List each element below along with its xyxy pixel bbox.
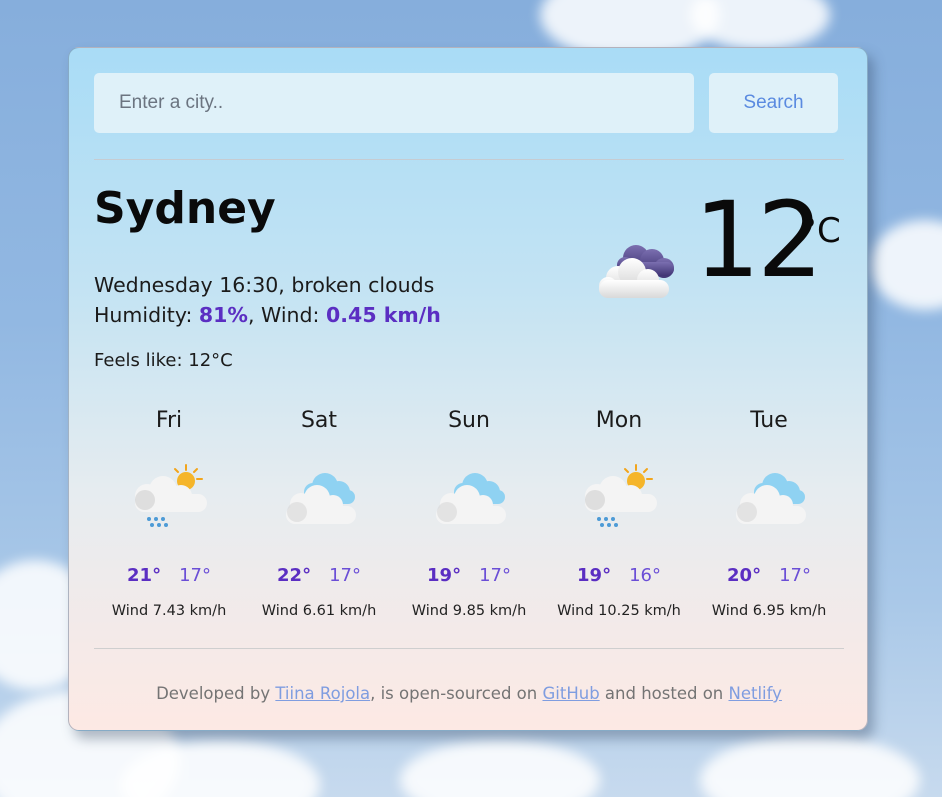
forecast-temps: 19° 17° xyxy=(394,567,544,585)
forecast-wind: Wind 6.95 km/h xyxy=(711,603,827,619)
max-temp: 20° xyxy=(727,565,762,586)
wind-label: Wind: xyxy=(261,303,320,327)
forecast-day: Sun 19° 17° Wind 9.85 km/h xyxy=(394,410,544,640)
top-divider xyxy=(94,159,844,160)
footer-hosted-text: and hosted on xyxy=(604,684,724,703)
forecast-wind: Wind 9.85 km/h xyxy=(411,603,527,619)
forecast-day-name: Fri xyxy=(155,408,183,433)
author-link[interactable]: Tiina Rojola xyxy=(275,684,370,703)
forecast-day-name: Sun xyxy=(448,408,490,433)
humidity-label: Humidity: xyxy=(94,303,193,327)
min-temp: 17° xyxy=(179,565,211,586)
city-search-input[interactable] xyxy=(94,73,694,133)
forecast-wind: Wind 7.43 km/h xyxy=(111,603,227,619)
search-button[interactable]: Search xyxy=(709,73,838,133)
forecast-wind: Wind 6.61 km/h xyxy=(261,603,377,619)
feels-like: Feels like: 12°C xyxy=(94,350,233,371)
cloud-icon xyxy=(436,473,506,524)
github-link[interactable]: GitHub xyxy=(542,684,599,703)
forecast-day: Fri 21° 17° Wind 7.43 km/h xyxy=(94,410,244,640)
footer: Developed by Tiina Rojola, is open-sourc… xyxy=(69,684,869,703)
max-temp: 19° xyxy=(427,565,462,586)
weather-card: Search Sydney Wednesday 16:30, broken cl… xyxy=(68,47,868,731)
forecast-temps: 19° 16° xyxy=(544,567,694,585)
min-temp: 17° xyxy=(779,565,811,586)
forecast-day: Tue 20° 17° Wind 6.95 km/h xyxy=(694,410,844,640)
temperature-unit: °C xyxy=(800,211,841,251)
forecast-wind: Wind 10.25 km/h xyxy=(557,603,681,619)
date-description-line: Wednesday 16:30, broken clouds xyxy=(94,273,435,297)
sun-rain-cloud-icon xyxy=(135,464,207,527)
min-temp: 17° xyxy=(479,565,511,586)
wind-value: 0.45 km/h xyxy=(326,303,441,327)
forecast: Fri 21° 17° Wind 7.43 km/h Sat 22° 17° W… xyxy=(94,410,844,640)
forecast-day-name: Sat xyxy=(300,408,338,433)
forecast-temps: 20° 17° xyxy=(694,567,844,585)
weather-description: broken clouds xyxy=(291,273,435,297)
forecast-temps: 22° 17° xyxy=(244,567,394,585)
day-time: Wednesday 16:30 xyxy=(94,273,279,297)
sun-rain-cloud-icon xyxy=(585,464,657,527)
bottom-divider xyxy=(94,648,844,649)
current-details: Wednesday 16:30, broken clouds Humidity:… xyxy=(94,270,441,330)
broken-clouds-icon xyxy=(599,245,674,298)
forecast-day-name: Mon xyxy=(595,408,643,433)
forecast-day: Sat 22° 17° Wind 6.61 km/h xyxy=(244,410,394,640)
humidity-wind-line: Humidity: 81%, Wind: 0.45 km/h xyxy=(94,303,441,327)
forecast-day-name: Tue xyxy=(750,408,788,433)
humidity-value: 81% xyxy=(198,303,248,327)
forecast-temps: 21° 17° xyxy=(94,567,244,585)
cloud-icon xyxy=(286,473,356,524)
forecast-day: Mon 19° 16° Wind 10.25 km/h xyxy=(544,410,694,640)
min-temp: 17° xyxy=(329,565,361,586)
min-temp: 16° xyxy=(629,565,661,586)
city-name: Sydney xyxy=(94,183,276,234)
footer-middle-text: , is open-sourced on xyxy=(370,684,538,703)
max-temp: 22° xyxy=(277,565,312,586)
footer-prefix: Developed by xyxy=(156,684,271,703)
max-temp: 19° xyxy=(577,565,612,586)
cloud-icon xyxy=(736,473,806,524)
netlify-link[interactable]: Netlify xyxy=(729,684,782,703)
max-temp: 21° xyxy=(127,565,162,586)
